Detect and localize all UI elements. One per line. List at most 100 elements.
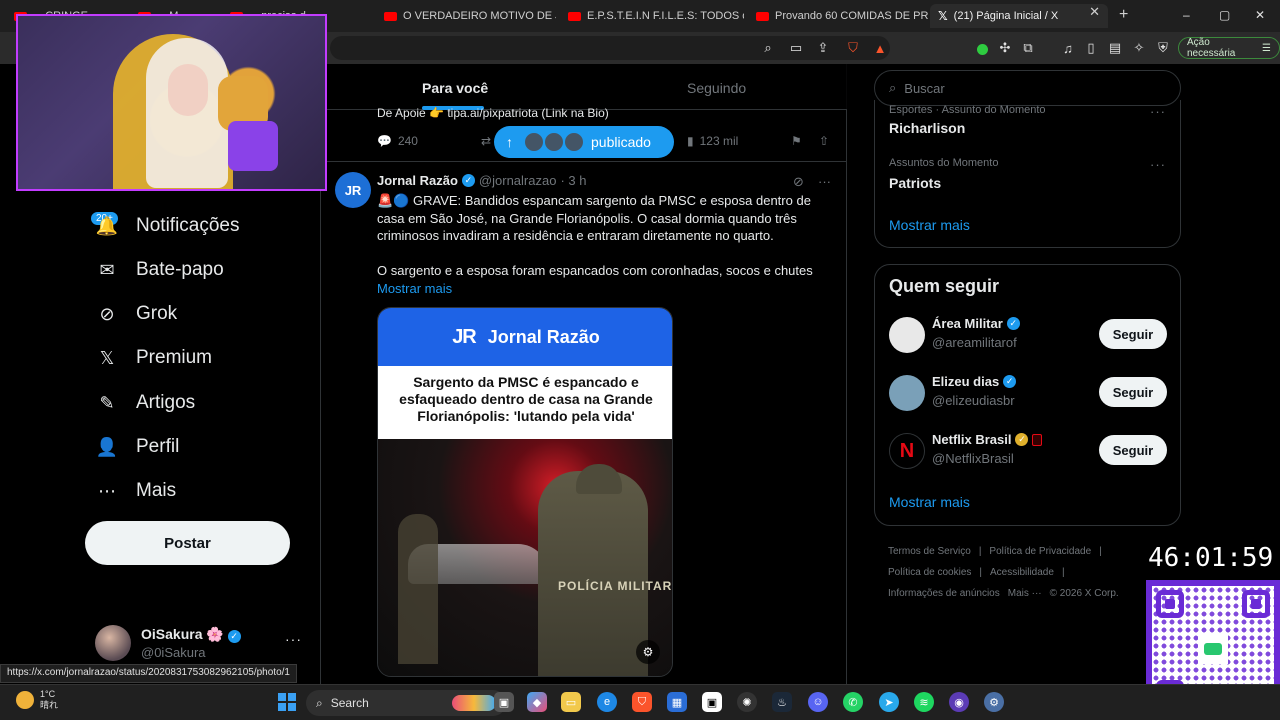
timeline-tabs: Para você Seguindo <box>321 64 847 110</box>
footer-link[interactable]: Termos de Serviço <box>888 546 971 557</box>
sidebar-icon[interactable]: ▯ <box>1083 40 1099 56</box>
settings-icon[interactable]: ⚙ <box>984 692 1004 712</box>
new-tab-button[interactable]: + <box>1119 6 1128 24</box>
footer-link[interactable]: Mais ··· <box>1008 588 1042 599</box>
task-view-icon[interactable]: ▣ <box>494 692 514 712</box>
tweet-author-handle[interactable]: @jornalrazao <box>479 173 557 188</box>
minimize-button[interactable]: – <box>1183 8 1190 22</box>
tweet-time[interactable]: · 3 h <box>560 173 586 188</box>
follow-button[interactable]: Seguir <box>1099 377 1167 407</box>
file-explorer-icon[interactable]: ▭ <box>561 692 581 712</box>
footer-link[interactable]: Política de Privacidade <box>989 546 1091 557</box>
close-window-button[interactable]: ✕ <box>1255 8 1265 22</box>
more-icon[interactable]: ··· <box>1150 104 1166 119</box>
spotify-icon[interactable]: ≋ <box>914 692 934 712</box>
telegram-icon[interactable]: ➤ <box>879 692 899 712</box>
follow-suggestion[interactable]: Elizeu dias ✓ @elizeudiasbr Seguir <box>889 373 1169 413</box>
follow-button[interactable]: Seguir <box>1099 319 1167 349</box>
trend-name[interactable]: Richarlison <box>889 120 965 136</box>
share-button[interactable]: ⇧ <box>819 134 829 148</box>
trends-panel: Esportes · Assunto do Momento Richarliso… <box>874 100 1181 248</box>
browser-tab[interactable]: O VERDADEIRO MOTIVO DE JET Li <box>376 4 556 28</box>
brave-icon[interactable]: ⛉ <box>632 692 652 712</box>
tweet-media[interactable]: JR Jornal Razão Sargento da PMSC é espan… <box>377 307 673 677</box>
nav-articles[interactable]: ✎ Artigos <box>96 392 195 414</box>
more-icon[interactable]: ··· <box>818 174 831 189</box>
maximize-button[interactable]: ▢ <box>1219 8 1230 22</box>
action-required-button[interactable]: Ação necessária ☰ <box>1178 37 1280 59</box>
youtube-icon <box>756 11 769 21</box>
follow-button[interactable]: Seguir <box>1099 435 1167 465</box>
tweet-author-name[interactable]: Jornal Razão <box>377 173 458 188</box>
whatsapp-icon[interactable]: ✆ <box>843 692 863 712</box>
media-icon[interactable]: ♫ <box>1060 40 1076 56</box>
account-switcher[interactable]: OiSakura 🌸 ✓ @0iSakura ··· <box>95 625 305 661</box>
start-button[interactable] <box>278 693 296 711</box>
more-circle-icon: ⋯ <box>98 480 116 501</box>
trend-name[interactable]: Patriots <box>889 175 941 191</box>
tweet-avatar[interactable]: JR <box>335 172 371 208</box>
officer-figure <box>398 514 438 664</box>
brave-shield-icon[interactable]: ⛉ <box>845 40 861 56</box>
grok-explain-icon[interactable]: ⊘ <box>793 174 804 190</box>
more-icon[interactable]: ··· <box>285 631 302 647</box>
nav-chat[interactable]: ✉ Bate-papo <box>96 259 224 281</box>
share-icon[interactable]: ⇪ <box>815 40 831 56</box>
leo-ai-icon[interactable]: ✧ <box>1131 40 1147 56</box>
browser-tab-active[interactable]: 𝕏 (21) Página Inicial / X ✕ <box>930 4 1108 28</box>
extension-icon[interactable]: ⧉ <box>1020 40 1036 56</box>
browser-tab[interactable]: Provando 60 COMIDAS DE PRAIA <box>748 4 928 28</box>
follow-suggestion[interactable]: N Netflix Brasil ✓ @NetflixBrasil Seguir <box>889 431 1169 471</box>
bell-icon: 🔔 <box>95 215 119 236</box>
browser-tab[interactable]: E.P.S.T.E.I.N F.I.L.E.S: TODOS os SEG <box>560 4 744 28</box>
footer-link[interactable]: Informações de anúncios <box>888 588 1000 599</box>
tab-for-you[interactable]: Para você <box>422 80 488 96</box>
weather-widget[interactable]: 1°C 晴れ <box>16 689 58 711</box>
who-to-follow-show-more[interactable]: Mostrar mais <box>889 494 970 510</box>
tab-following[interactable]: Seguindo <box>687 80 746 96</box>
footer-link[interactable]: Política de cookies <box>888 567 971 578</box>
nav-profile[interactable]: 👤 Perfil <box>96 436 180 458</box>
reply-button[interactable]: 💬 240 <box>377 134 418 148</box>
extensions-icon[interactable]: ✣ <box>997 40 1013 56</box>
steam-icon[interactable]: ♨ <box>772 692 792 712</box>
edge-icon[interactable]: e <box>597 692 617 712</box>
taskbar-search[interactable]: ⌕ Search <box>306 690 506 716</box>
close-tab-icon[interactable]: ✕ <box>1089 4 1100 20</box>
bookmark-button[interactable]: ⚑ <box>791 134 802 148</box>
more-icon[interactable]: ··· <box>1150 157 1166 172</box>
vpn-icon[interactable]: ⛨ <box>1155 40 1171 56</box>
nav-notifications[interactable]: 🔔 Notificações <box>96 215 240 237</box>
zoom-icon[interactable]: ⌕ <box>760 40 776 56</box>
discord-icon[interactable]: ☺ <box>808 692 828 712</box>
copilot-icon[interactable]: ◆ <box>527 692 547 712</box>
footer-link[interactable]: Acessibilidade <box>990 567 1054 578</box>
account-handle: @areamilitarof <box>932 335 1017 350</box>
edit-image-icon[interactable]: ⚙ <box>636 640 660 664</box>
nav-label: Mais <box>136 480 177 501</box>
chatgpt-icon[interactable]: ✺ <box>737 692 757 712</box>
views-button[interactable]: ▮ 123 mil <box>687 134 738 148</box>
trend-category: Assuntos do Momento <box>889 157 999 169</box>
nav-premium[interactable]: 𝕏 Premium <box>96 347 212 369</box>
extension-status-icon[interactable] <box>974 40 990 56</box>
wallet-icon[interactable]: ▤ <box>1107 40 1123 56</box>
obs-icon[interactable]: ◉ <box>949 692 969 712</box>
address-bar[interactable] <box>330 36 890 60</box>
divider <box>321 161 847 162</box>
capcut-icon[interactable]: ▣ <box>702 692 722 712</box>
trends-show-more[interactable]: Mostrar mais <box>889 217 970 233</box>
brave-rewards-icon[interactable]: ▲ <box>872 40 888 56</box>
moon-icon <box>16 691 34 709</box>
nav-label: Bate-papo <box>136 259 224 280</box>
new-posts-pill[interactable]: ↑ publicado <box>494 126 674 158</box>
cast-icon[interactable]: ▭ <box>788 40 804 56</box>
link-status-bar: https://x.com/jornalrazao/status/2020831… <box>0 664 297 683</box>
repost-button[interactable]: ⇄ <box>481 134 491 148</box>
follow-suggestion[interactable]: Área Militar ✓ @areamilitarof Seguir <box>889 315 1169 355</box>
store-icon[interactable]: ▦ <box>667 692 687 712</box>
post-button[interactable]: Postar <box>85 521 290 565</box>
show-more-link[interactable]: Mostrar mais <box>377 281 452 296</box>
nav-more[interactable]: ⋯ Mais <box>96 480 176 502</box>
nav-grok[interactable]: ⊘ Grok <box>96 303 177 325</box>
